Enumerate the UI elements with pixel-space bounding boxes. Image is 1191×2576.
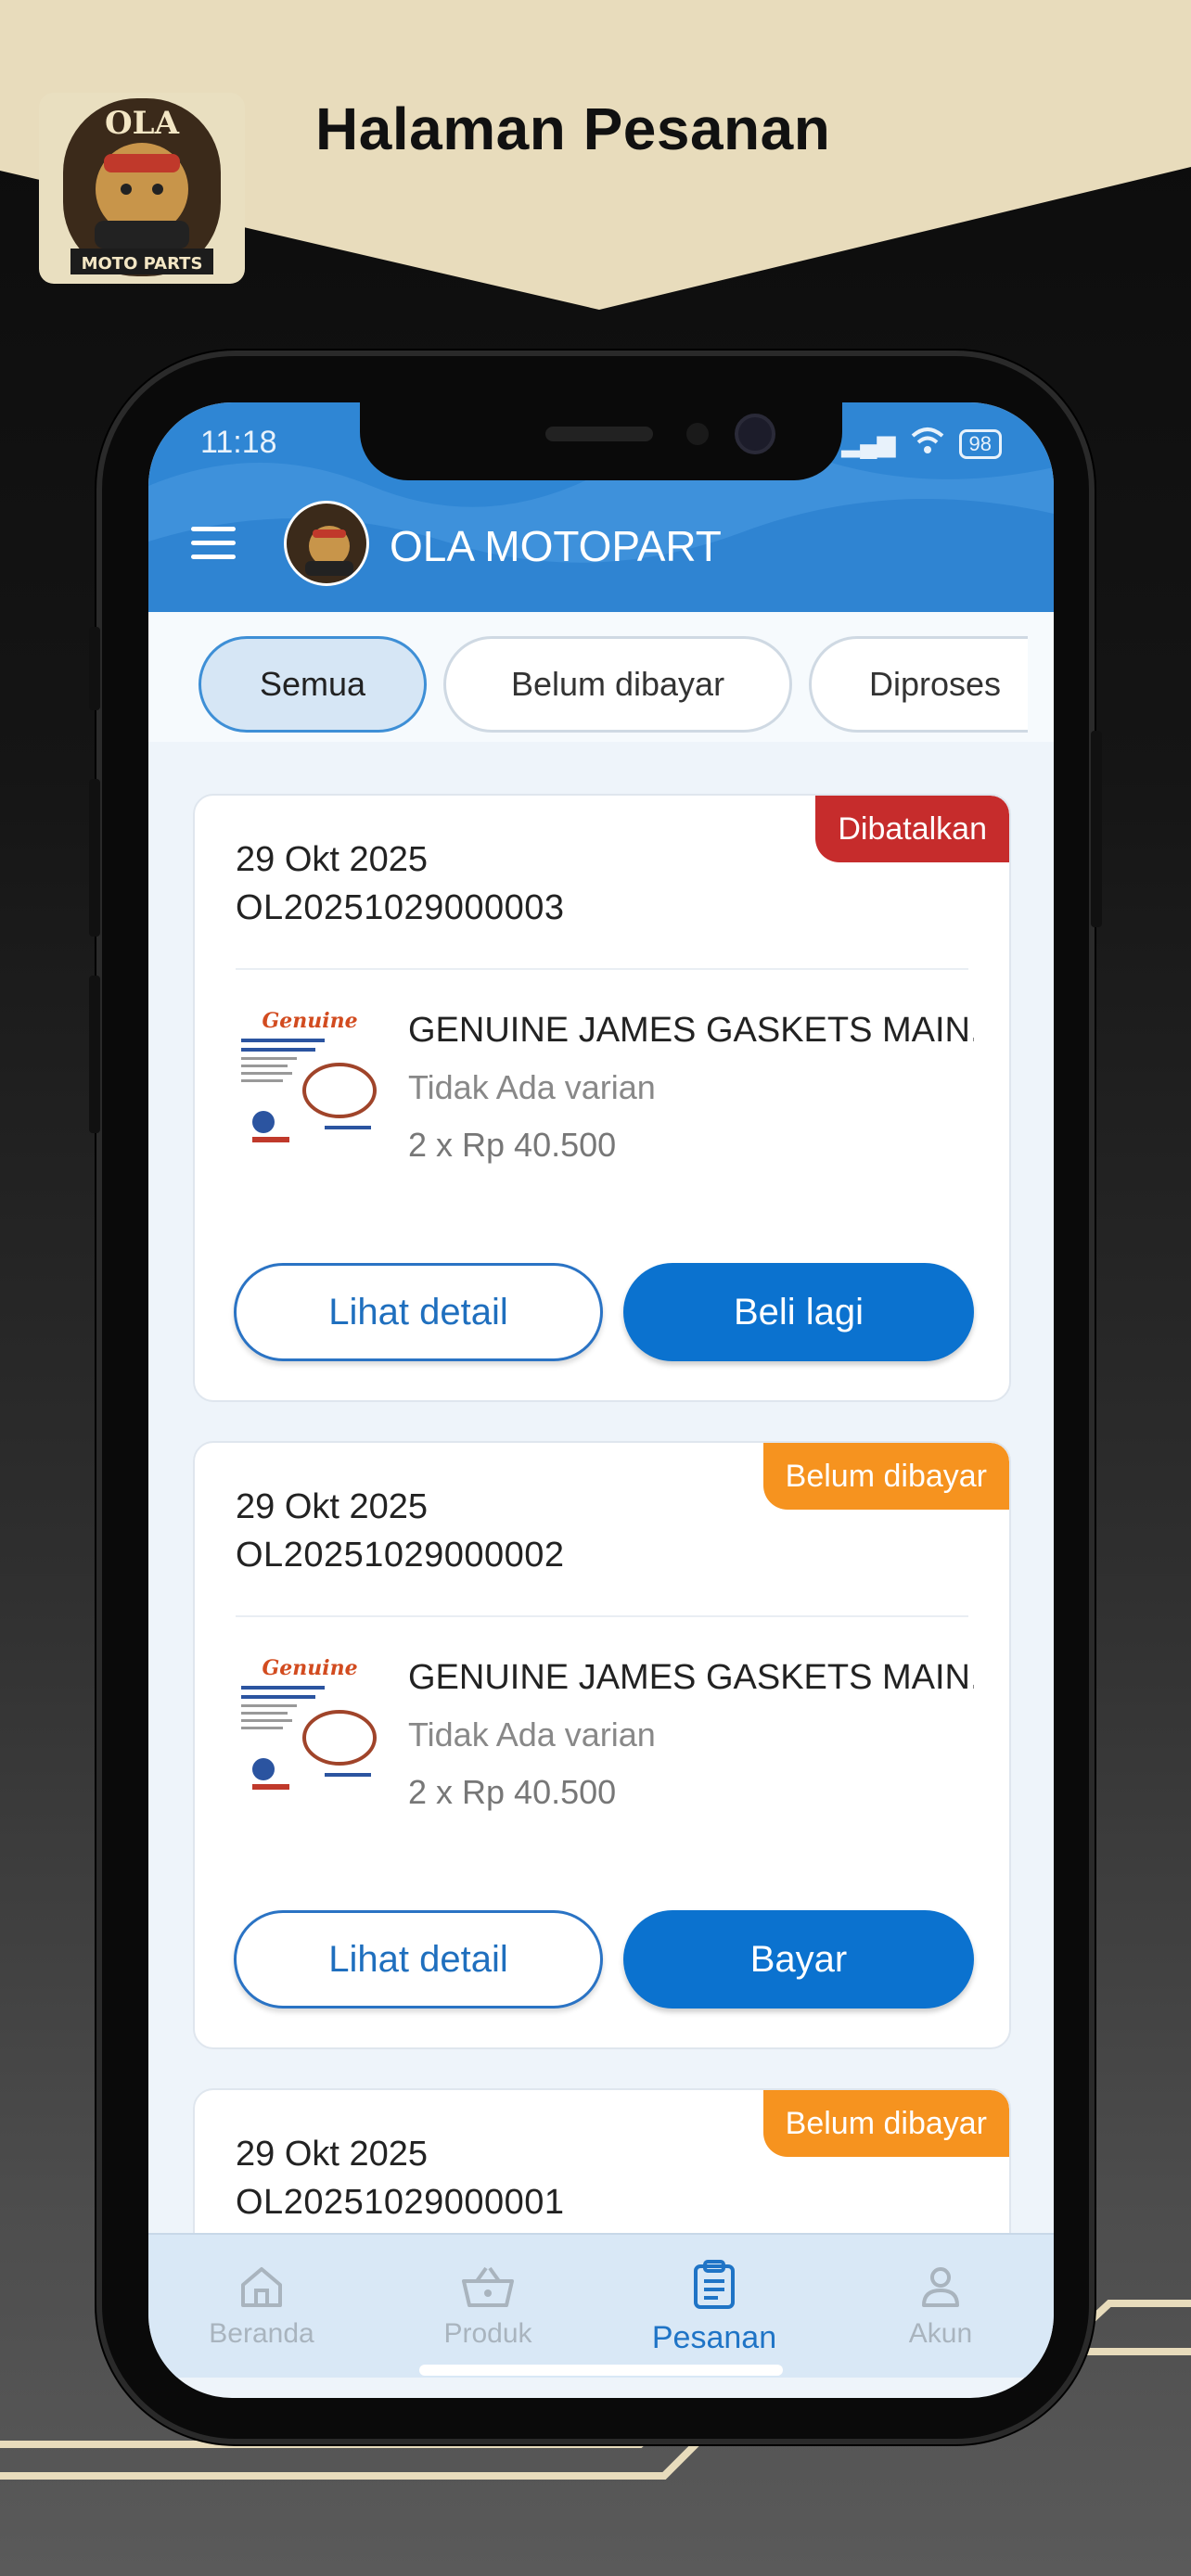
- svg-text:Genuine: Genuine: [262, 1009, 357, 1033]
- product-price: 2 x Rp 40.500: [408, 1773, 617, 1811]
- product-name: GENUINE JAMES GASKETS MAIN...: [408, 1011, 974, 1050]
- tab-semua[interactable]: Semua: [198, 636, 427, 733]
- order-card: Belum dibayar 29 Okt 2025 OL202510290000…: [193, 1441, 1011, 2049]
- front-camera: [735, 414, 775, 454]
- app-title: OLA MOTOPART: [390, 522, 722, 570]
- status-time: 11:18: [200, 425, 277, 460]
- home-indicator[interactable]: [419, 2365, 783, 2376]
- phone-notch: [360, 402, 842, 480]
- product-image: Genuine: [236, 1007, 384, 1155]
- volume-down-button: [89, 976, 100, 1133]
- order-date: 29 Okt 2025: [236, 840, 429, 879]
- mute-switch: [89, 627, 100, 710]
- status-badge: Belum dibayar: [762, 1443, 1009, 1510]
- logo-text-bottom: MOTO PARTS: [82, 254, 203, 274]
- speaker: [545, 427, 653, 441]
- phone-screen: 11:18 ▂▄▆ 98 OLA MOTOPART Semua Belum di…: [148, 402, 1054, 2398]
- battery-indicator: 98: [958, 428, 1002, 459]
- buy-again-button[interactable]: Beli lagi: [623, 1263, 974, 1361]
- tab-diproses-clip: Diproses: [809, 636, 1028, 733]
- pay-button[interactable]: Bayar: [623, 1910, 974, 2009]
- view-detail-button[interactable]: Lihat detail: [234, 1910, 603, 2009]
- status-badge: Belum dibayar: [762, 2090, 1009, 2157]
- view-detail-button[interactable]: Lihat detail: [234, 1263, 603, 1361]
- product-name: GENUINE JAMES GASKETS MAIN...: [408, 1658, 974, 1697]
- order-id: OL20251029000002: [236, 1536, 565, 1575]
- bottom-navigation: Beranda Produk Pesanan Akun: [148, 2233, 1054, 2378]
- app-logo: [284, 501, 369, 586]
- product-variant: Tidak Ada varian: [408, 1068, 656, 1106]
- svg-text:Genuine: Genuine: [262, 1656, 357, 1680]
- power-button: [1091, 731, 1102, 927]
- nav-pesanan[interactable]: Pesanan: [601, 2235, 827, 2379]
- nav-label: Pesanan: [651, 2319, 777, 2355]
- home-icon: [241, 2267, 282, 2307]
- nav-produk[interactable]: Produk: [375, 2235, 601, 2379]
- user-icon: [922, 2267, 959, 2307]
- page-heading: Halaman Pesanan: [315, 96, 831, 162]
- order-id: OL20251029000001: [236, 2183, 565, 2222]
- nav-beranda[interactable]: Beranda: [148, 2235, 375, 2379]
- status-badge: Dibatalkan: [815, 796, 1009, 862]
- brand-logo: OLA MOTO PARTS: [39, 93, 245, 284]
- volume-up-button: [89, 779, 100, 937]
- order-date: 29 Okt 2025: [236, 1487, 429, 1526]
- product-variant: Tidak Ada varian: [408, 1715, 656, 1753]
- phone-frame: 11:18 ▂▄▆ 98 OLA MOTOPART Semua Belum di…: [89, 351, 1102, 2444]
- signal-icon: ▂▄▆: [841, 429, 896, 457]
- status-icons: ▂▄▆ 98: [841, 427, 1002, 461]
- wifi-icon: [909, 427, 946, 461]
- order-card: Dibatalkan 29 Okt 2025 OL20251029000003 …: [193, 794, 1011, 1402]
- nav-label: Produk: [443, 2318, 532, 2349]
- clipboard-icon: [694, 2259, 735, 2309]
- logo-text-top: OLA: [105, 105, 180, 142]
- menu-icon[interactable]: [191, 527, 236, 564]
- sensor: [686, 423, 709, 445]
- nav-label: Beranda: [209, 2318, 314, 2349]
- divider: [236, 968, 968, 970]
- product-price: 2 x Rp 40.500: [408, 1126, 617, 1164]
- divider: [236, 1615, 968, 1617]
- nav-label: Akun: [908, 2318, 973, 2349]
- order-id: OL20251029000003: [236, 888, 565, 927]
- product-image: Genuine: [236, 1654, 384, 1803]
- order-date: 29 Okt 2025: [236, 2135, 429, 2174]
- basket-icon: [462, 2266, 514, 2307]
- tab-belum-dibayar[interactable]: Belum dibayar: [443, 636, 792, 733]
- nav-akun[interactable]: Akun: [827, 2235, 1054, 2379]
- tab-diproses[interactable]: Diproses: [809, 636, 1028, 733]
